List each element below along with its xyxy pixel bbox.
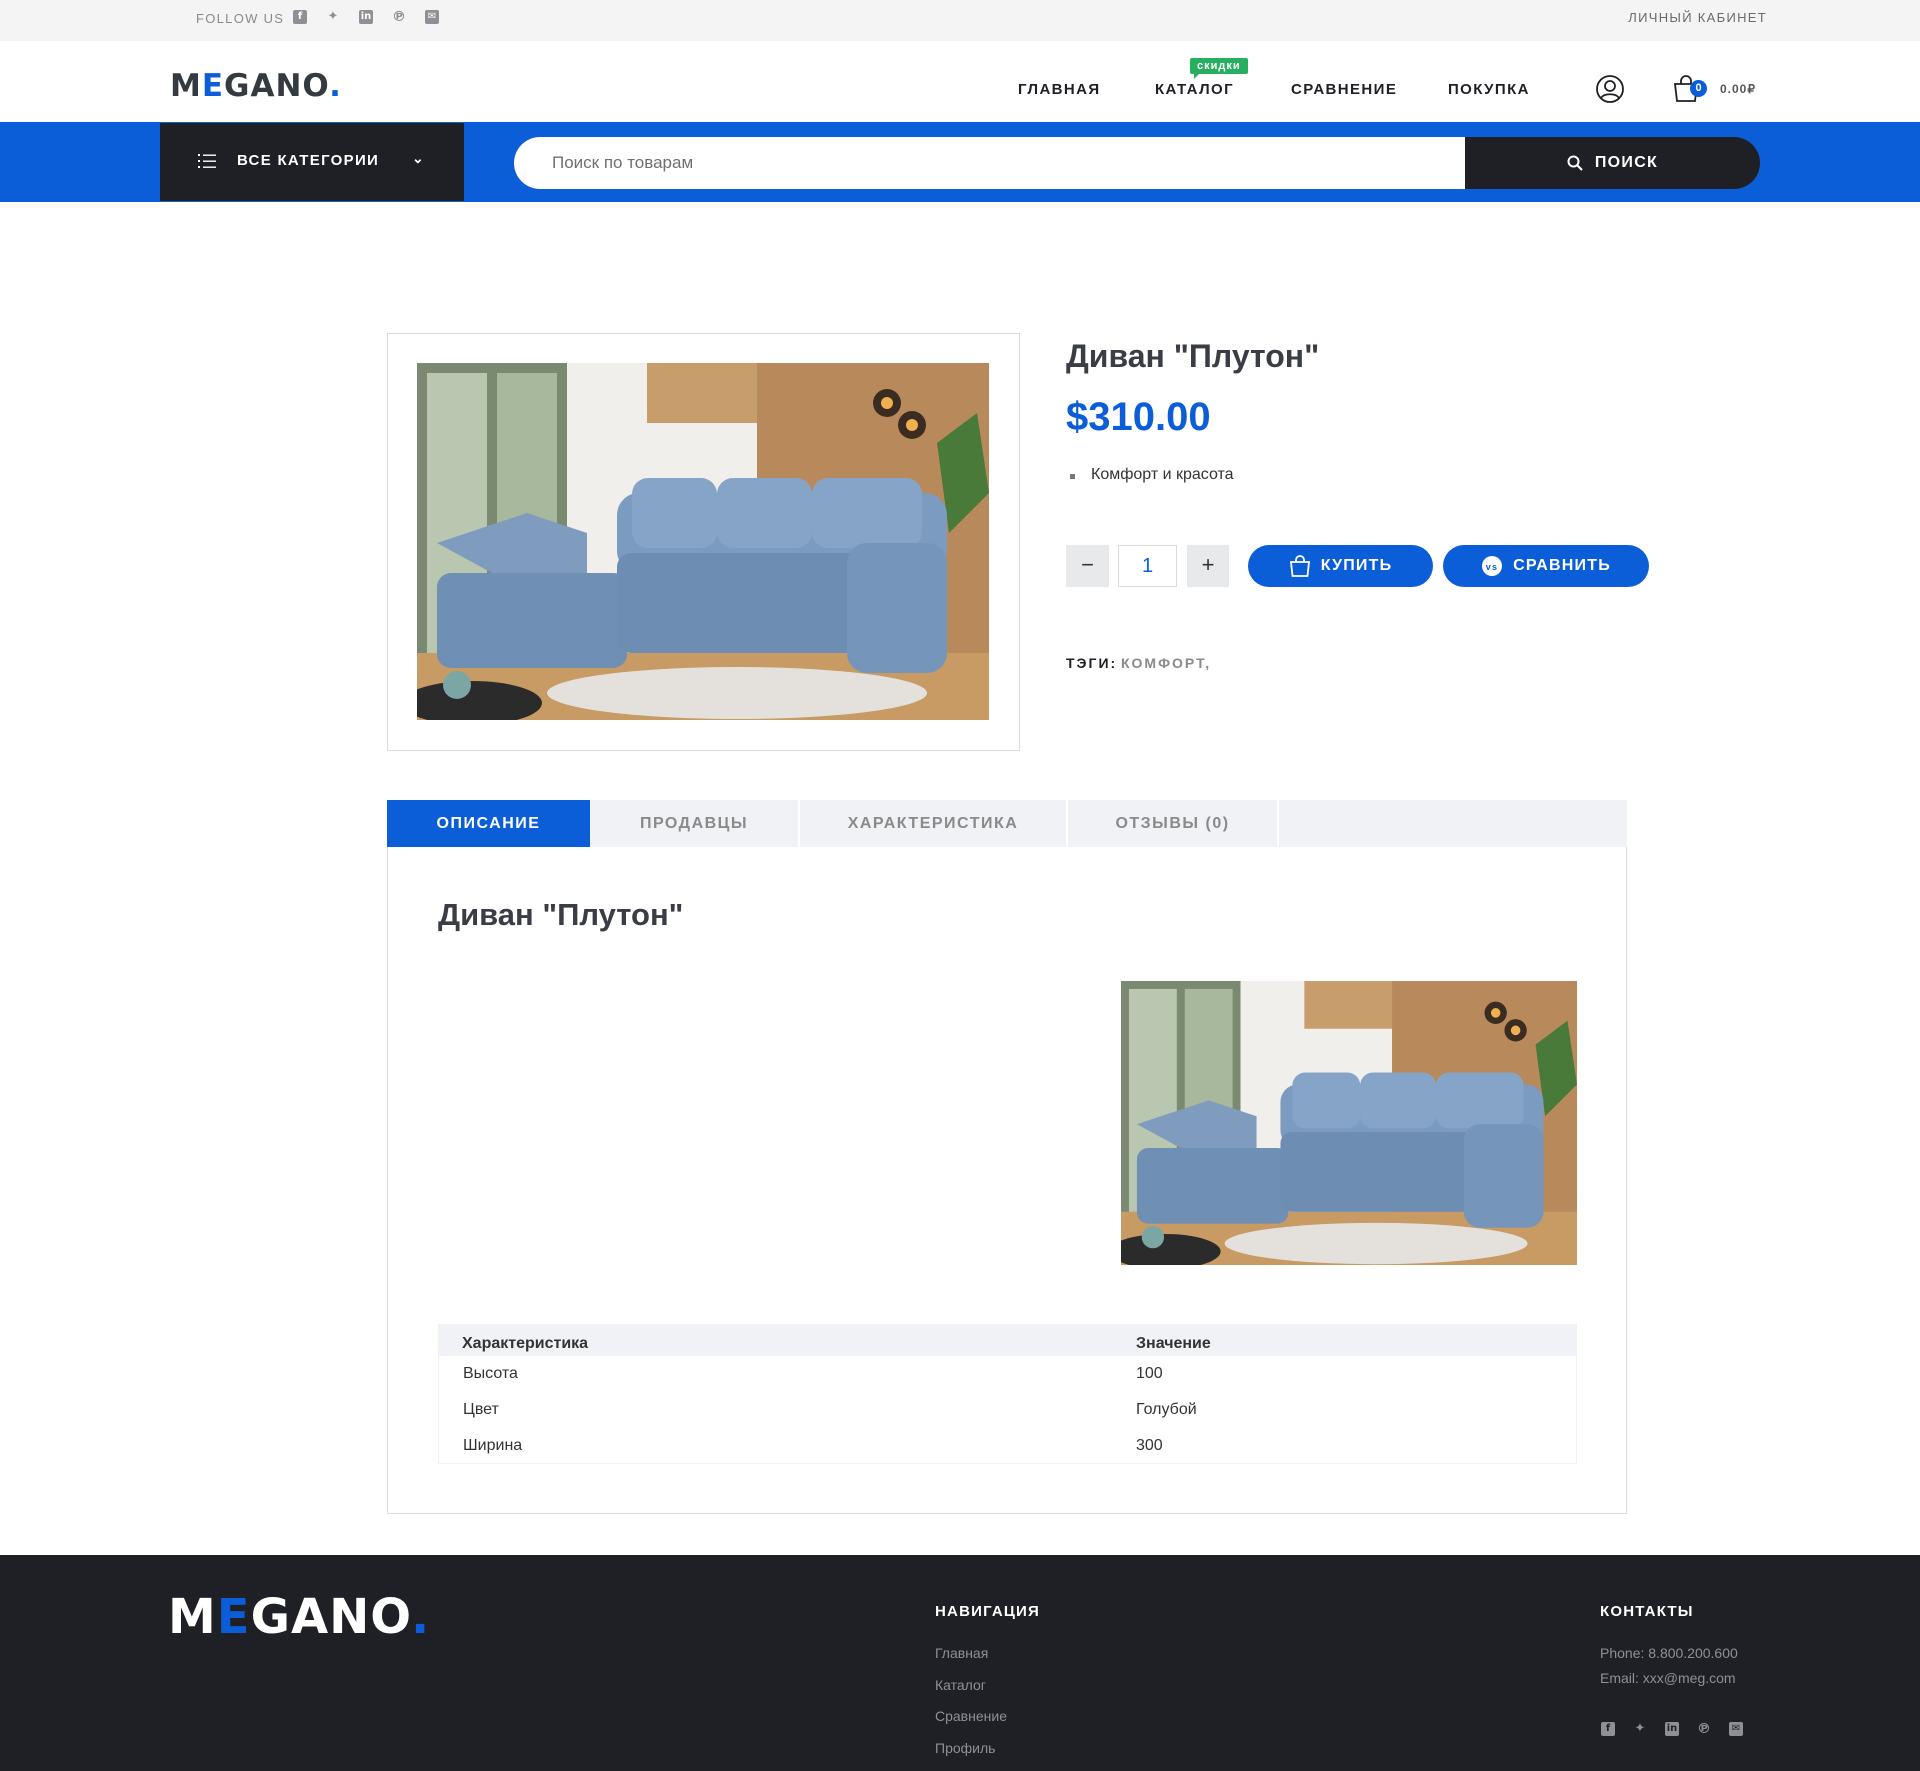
tag-link[interactable]: КОМФОРТ, (1121, 655, 1211, 671)
footer-nav-heading: НАВИГАЦИЯ (935, 1603, 1040, 1620)
spec-row-name: Ширина (463, 1437, 523, 1454)
spec-table: Характеристика Значение Высота 100 Цвет … (438, 1324, 1577, 1464)
search-icon (1567, 155, 1583, 171)
footer-logo[interactable]: MEGANO. (168, 1589, 430, 1645)
footer-email[interactable]: Email: xxx@meg.com (1600, 1670, 1736, 1686)
search-button[interactable]: ПОИСК (1465, 137, 1760, 189)
tab-sellers[interactable]: ПРОДАВЦЫ (590, 800, 800, 847)
description-title: Диван "Плутон" (438, 897, 684, 932)
spec-row-value: Голубой (1136, 1401, 1197, 1418)
product-title: Диван "Плутон" (1066, 338, 1320, 374)
linkedin-icon[interactable]: in (1665, 1722, 1679, 1736)
quantity-decrease-button[interactable]: − (1066, 545, 1109, 587)
compare-vs-icon: vs (1482, 556, 1503, 576)
product-image[interactable] (417, 363, 989, 720)
logo-text: GANO (250, 1589, 412, 1645)
footer-phone: Phone: 8.800.200.600 (1600, 1645, 1738, 1661)
nav-compare[interactable]: СРАВНЕНИЕ (1291, 81, 1397, 98)
tab-description[interactable]: ОПИСАНИЕ (387, 800, 590, 847)
all-categories-label: ВСЕ КАТЕГОРИИ (237, 152, 380, 169)
top-social-links: f ✦ in ℗ ✉ (293, 10, 439, 24)
logo-letter-accent: E (201, 68, 225, 104)
search-input[interactable] (514, 137, 1466, 189)
spec-row-name: Высота (463, 1365, 518, 1382)
logo[interactable]: MEGANO. (170, 68, 342, 104)
spec-table-header (439, 1325, 1576, 1356)
footer-link-home[interactable]: Главная (935, 1645, 988, 1661)
compare-button[interactable]: vs СРАВНИТЬ (1443, 545, 1649, 587)
buy-button[interactable]: КУПИТЬ (1248, 545, 1433, 587)
pinterest-icon[interactable]: ℗ (392, 10, 406, 24)
mail-icon[interactable]: ✉ (1729, 1722, 1743, 1736)
nav-catalog[interactable]: КАТАЛОГ (1155, 81, 1234, 98)
quantity-input[interactable] (1118, 545, 1177, 587)
spec-row-value: 100 (1136, 1365, 1163, 1382)
product-price: $310.00 (1066, 395, 1211, 439)
logo-letter: M (170, 68, 202, 104)
quantity-increase-button[interactable]: + (1187, 545, 1229, 587)
list-icon (198, 154, 216, 168)
spec-header-value: Значение (1136, 1335, 1211, 1352)
spec-header-name: Характеристика (462, 1335, 589, 1352)
logo-letter: M (168, 1589, 217, 1645)
logo-dot: . (329, 68, 342, 104)
description-image (1121, 981, 1577, 1265)
footer-link-catalog[interactable]: Каталог (935, 1677, 986, 1693)
tags-label: ТЭГИ: (1066, 655, 1118, 671)
footer-link-compare[interactable]: Сравнение (935, 1708, 1007, 1724)
logo-letter-accent: E (216, 1589, 251, 1645)
footer-contacts-heading: КОНТАКТЫ (1600, 1603, 1694, 1620)
buy-button-label: КУПИТЬ (1320, 557, 1393, 574)
twitter-icon[interactable]: ✦ (1633, 1722, 1647, 1736)
linkedin-icon[interactable]: in (359, 10, 373, 24)
tab-characteristics[interactable]: ХАРАКТЕРИСТИКА (800, 800, 1068, 847)
logo-text: GANO (224, 68, 330, 104)
twitter-icon[interactable]: ✦ (326, 10, 340, 24)
tab-reviews[interactable]: ОТЗЫВЫ (0) (1068, 800, 1279, 847)
chevron-down-icon: ⌄ (412, 150, 426, 166)
pinterest-icon[interactable]: ℗ (1697, 1722, 1711, 1736)
compare-button-label: СРАВНИТЬ (1513, 557, 1611, 574)
cart-total[interactable]: 0.00₽ (1720, 82, 1756, 96)
nav-home[interactable]: ГЛАВНАЯ (1018, 81, 1101, 98)
nav-purchase[interactable]: ПОКУПКА (1448, 81, 1530, 98)
footer-social-links: f ✦ in ℗ ✉ (1601, 1722, 1743, 1736)
facebook-icon[interactable]: f (293, 10, 307, 24)
footer (0, 1555, 1920, 1771)
bullet (1070, 474, 1075, 479)
user-icon[interactable] (1596, 75, 1624, 103)
mail-icon[interactable]: ✉ (425, 10, 439, 24)
compare-badge-text: vs (1486, 562, 1498, 572)
shopping-bag-icon (1289, 555, 1310, 577)
product-feature: Комфорт и красота (1091, 466, 1234, 483)
spec-row-value: 300 (1136, 1437, 1163, 1454)
account-link[interactable]: ЛИЧНЫЙ КАБИНЕТ (1628, 10, 1767, 25)
all-categories-button[interactable]: ВСЕ КАТЕГОРИИ ⌄ (160, 123, 464, 201)
spec-row-name: Цвет (463, 1401, 499, 1418)
discount-badge: скидки (1190, 58, 1248, 79)
follow-us-label: FOLLOW US (196, 11, 285, 26)
cart-count-badge: 0 (1690, 80, 1707, 97)
logo-dot: . (411, 1589, 431, 1645)
footer-link-profile[interactable]: Профиль (935, 1740, 995, 1756)
search-button-label: ПОИСК (1594, 154, 1659, 171)
facebook-icon[interactable]: f (1601, 1722, 1615, 1736)
